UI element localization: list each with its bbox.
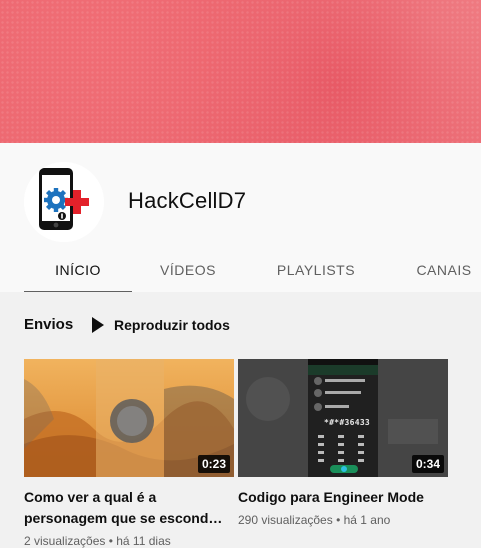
- video-views: 2 visualizações: [24, 534, 106, 548]
- video-card[interactable]: *#*#36433 0:34 Codigo para Engineer Mode…: [238, 359, 448, 527]
- meta-separator: •: [332, 513, 344, 527]
- video-duration: 0:23: [197, 455, 230, 473]
- video-meta: 290 visualizações • há 1 ano: [238, 513, 448, 527]
- video-title[interactable]: Codigo para Engineer Mode: [238, 487, 448, 508]
- tab-videos[interactable]: VÍDEOS: [148, 248, 228, 292]
- play-all-button[interactable]: Reproduzir todos: [92, 315, 230, 335]
- phone-repair-logo-icon: [24, 162, 104, 242]
- channel-tabs: INÍCIO VÍDEOS PLAYLISTS CANAIS: [0, 248, 481, 294]
- video-thumbnail[interactable]: 0:23: [24, 359, 234, 477]
- channel-name[interactable]: HackCellD7: [128, 188, 246, 214]
- dialed-code: *#*#36433: [324, 418, 371, 427]
- channel-banner: [0, 0, 481, 143]
- video-age: há 1 ano: [343, 513, 391, 527]
- channel-header: HackCellD7 INÍCIO VÍDEOS PLAYLISTS CANAI…: [0, 143, 481, 294]
- video-age: há 11 dias: [116, 534, 171, 548]
- play-icon: [92, 317, 104, 333]
- tab-playlists[interactable]: PLAYLISTS: [268, 248, 364, 292]
- section-title[interactable]: Envios: [24, 316, 73, 333]
- video-views: 290 visualizações: [238, 513, 333, 527]
- play-all-label: Reproduzir todos: [114, 317, 230, 333]
- video-meta: 2 visualizações • há 11 dias: [24, 534, 234, 548]
- tab-channels[interactable]: CANAIS: [404, 248, 481, 292]
- video-title[interactable]: Como ver a qual é a personagem que se es…: [24, 487, 234, 529]
- video-thumbnail[interactable]: *#*#36433 0:34: [238, 359, 448, 477]
- tab-home[interactable]: INÍCIO: [24, 248, 132, 294]
- video-duration: 0:34: [411, 455, 444, 473]
- video-card[interactable]: 0:23 Como ver a qual é a personagem que …: [24, 359, 234, 548]
- meta-separator: •: [105, 534, 117, 548]
- uploads-section: Envios Reproduzir todos 0:23 Como ver a …: [0, 292, 481, 548]
- channel-avatar[interactable]: [24, 162, 104, 242]
